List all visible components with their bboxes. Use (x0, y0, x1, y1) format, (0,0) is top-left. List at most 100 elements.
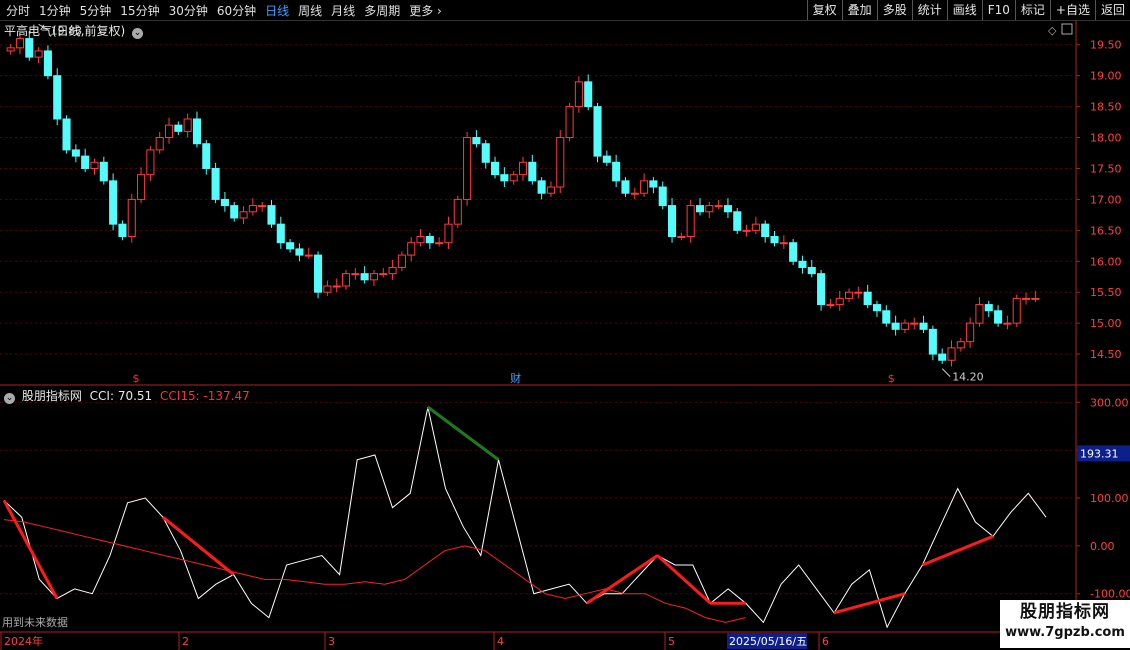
price-tick-label: 19.50 (1090, 39, 1122, 52)
price-tick-label: 16.50 (1090, 224, 1122, 237)
candle-body (425, 236, 434, 244)
current-value-label: 193.31 (1080, 447, 1119, 460)
cci15-label: CCI15: -137.47 (160, 389, 250, 403)
candle-body (742, 229, 751, 232)
chevron-down-icon[interactable]: ⌄ (132, 28, 144, 39)
toolbar-button[interactable]: 统计 (911, 0, 947, 20)
candle-body (947, 347, 956, 361)
candle-body (844, 291, 854, 299)
period-tab[interactable]: 更多 › (409, 2, 442, 19)
watermark-line2: www.7gpzb.com (1005, 625, 1125, 640)
indicator-panel-title: ⌄ 股朋指标网 CCI: 70.51 CCI15: -137.47 (4, 387, 250, 404)
candle-body (323, 285, 332, 293)
candle-body (90, 161, 99, 169)
candle-body (472, 137, 481, 145)
gear-icon[interactable]: ⌄ (4, 393, 15, 404)
date-axis-label: 3 (328, 635, 335, 648)
candle-body (938, 353, 947, 361)
candle-body (956, 341, 965, 349)
candle-body (984, 304, 993, 312)
period-tab[interactable]: 周线 (298, 2, 322, 19)
candle-body (509, 174, 518, 182)
period-tabs: 分时 1分钟 5分钟 15分钟 30分钟 60分钟 日线 周线 月线 多周期 更多 › (0, 0, 451, 20)
toolbar-button[interactable]: F10 (981, 0, 1015, 20)
layout-icon (1061, 23, 1073, 35)
toolbar-button[interactable]: +自选 (1049, 0, 1095, 20)
candle-body (15, 38, 25, 49)
candle-body (351, 273, 360, 276)
candle-body (733, 211, 742, 231)
date-axis-label: 2025/05/16/五 (729, 635, 807, 648)
candle-body (155, 137, 164, 151)
period-tab[interactable]: 月线 (331, 2, 355, 19)
candle-body (137, 174, 146, 200)
low-label: 14.20 (952, 371, 984, 384)
candle-body (81, 155, 90, 169)
period-tab[interactable]: 5分钟 (80, 2, 112, 19)
divergence-segment (656, 554, 712, 605)
divergence-segment (921, 534, 994, 567)
candle-body (304, 254, 313, 257)
period-tab[interactable]: 多周期 (364, 2, 400, 19)
candle-body (6, 47, 15, 52)
candle-body (258, 205, 267, 208)
candle-body (444, 223, 453, 244)
candle-body (900, 322, 909, 330)
candle-body (1031, 297, 1040, 300)
candle-body (714, 205, 723, 208)
price-tick-label: 18.00 (1090, 132, 1122, 145)
candle-body (649, 180, 658, 188)
period-tab[interactable]: 60分钟 (217, 2, 256, 19)
future-data-note: 用到未来数据 (2, 615, 68, 629)
main-panel-title: 平高电气(日线,前复权) ⌄ (4, 22, 144, 39)
candle-body (71, 149, 80, 157)
period-toolbar: 分时 1分钟 5分钟 15分钟 30分钟 60分钟 日线 周线 月线 多周期 更多 › 复权 叠加 多股… (0, 0, 1130, 21)
candle-body (1021, 297, 1031, 300)
period-tab[interactable]: 30分钟 (169, 2, 208, 19)
toolbar-button[interactable]: 叠加 (841, 0, 877, 20)
candle-body (453, 198, 462, 225)
candle-body (369, 273, 378, 281)
toolbar-button[interactable]: 标记 (1014, 0, 1050, 20)
price-tick-label: 15.50 (1090, 286, 1122, 299)
candle-body (584, 81, 593, 108)
date-axis-label: 6 (822, 635, 829, 648)
toolbar-button[interactable]: 多股 (876, 0, 912, 20)
candle-body (146, 149, 155, 176)
date-axis-label: 2024年 (4, 634, 43, 648)
candle-body (286, 242, 295, 250)
period-tab[interactable]: 日线 (265, 2, 289, 19)
event-marker: $ (133, 372, 140, 385)
date-axis-label: 4 (497, 635, 504, 648)
candle-body (658, 186, 667, 207)
watermark-logo: 股朋指标网 www.7gpzb.com (1000, 600, 1130, 648)
candle-body (192, 118, 202, 145)
period-tab[interactable]: 15分钟 (120, 2, 159, 19)
candle-body (798, 260, 807, 268)
candle-body (220, 198, 229, 207)
candle-body (556, 137, 565, 188)
period-tab[interactable]: 分时 (6, 2, 30, 19)
candle-body (34, 50, 43, 58)
toolbar-button[interactable]: 返回 (1094, 0, 1130, 20)
candle-body (640, 180, 649, 194)
candle-body (565, 106, 574, 139)
candle-body (891, 322, 900, 330)
candle-body (118, 223, 127, 238)
indicator-tick-label: 300.00 (1090, 396, 1129, 409)
chart-area[interactable]: ◇ 19.50 19.00 18.50 18.00 17.50 17.00 16.50 16.0… (0, 20, 1130, 650)
period-tab[interactable]: 1分钟 (39, 2, 71, 19)
candle-body (863, 291, 872, 306)
toolbar-button[interactable]: 复权 (806, 0, 842, 20)
candle-body (183, 118, 192, 132)
candle-body (602, 155, 611, 163)
candle-body (872, 304, 882, 312)
candle-body (463, 137, 472, 200)
candle-body (397, 254, 406, 268)
candle-body (705, 205, 714, 213)
divergence-segment (585, 554, 659, 605)
toolbar-button[interactable]: 画线 (946, 0, 982, 20)
candle-body (500, 174, 509, 182)
candle-body (761, 223, 770, 238)
candle-body (379, 273, 388, 276)
